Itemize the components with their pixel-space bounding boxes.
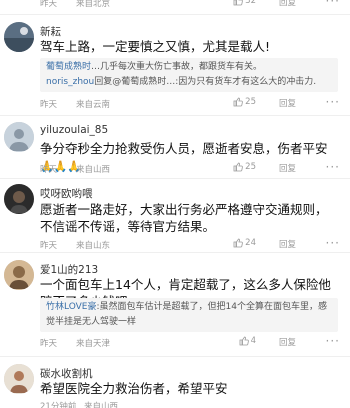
comment-location: 来自山东 <box>76 241 111 251</box>
comment-text: 驾车上路，一定要慎之又慎，尤其是载人! <box>40 39 271 54</box>
comment-meta: 昨天 来自天津 4 回复 ··· <box>40 334 340 350</box>
comment-item: 昨天 来自北京 32 回复 ··· <box>0 0 350 12</box>
like-button[interactable]: 25 <box>233 97 256 107</box>
comment-time: 21分钟前 <box>40 402 77 408</box>
reply-item: 葡萄成熟时…几乎每次重大伤亡事故，都跟货车有关。 <box>46 60 332 75</box>
comment-meta: 昨天 来自北京 32 回复 ··· <box>40 0 340 10</box>
comment-meta: 昨天 来自云南 25 回复 ··· <box>40 95 340 111</box>
username[interactable]: 新耘 <box>40 24 61 39</box>
comment-text: 希望医院全力救治伤者，希望平安 <box>40 381 228 396</box>
reply-item: noris_zhou回复@葡萄成熟时…:因为只有货车才有这么大的冲击力. <box>46 75 332 90</box>
avatar[interactable] <box>4 122 34 152</box>
more-dots-icon[interactable]: ··· <box>326 334 340 348</box>
comment-item: 碳水收割机 希望医院全力救治伤者，希望平安 21分钟前 来自山西 <box>0 360 350 408</box>
comment-item: yiluzoulai_85 争分夺秒全力抢救受伤人员，愿逝者安息，伤者平安🙏🙏🙏… <box>0 118 350 176</box>
divider <box>0 178 350 179</box>
avatar[interactable] <box>4 184 34 214</box>
reply-text: …几乎每次重大伤亡事故，都跟货车有关。 <box>91 62 263 72</box>
thumbs-up-icon <box>233 97 243 107</box>
comment-text: 愿逝者一路走好，大家出行务必严格遵守交通规则，不信谣不传谣，等待官方结果。 <box>40 202 328 234</box>
comment-item: 新耘 驾车上路，一定要慎之又慎，尤其是载人! 葡萄成熟时…几乎每次重大伤亡事故，… <box>0 18 350 110</box>
like-button[interactable]: 32 <box>233 0 256 6</box>
like-button[interactable]: 4 <box>239 336 256 346</box>
username[interactable]: 碳水收割机 <box>40 366 93 381</box>
reply-button[interactable]: 回复 <box>279 162 296 174</box>
divider <box>0 252 350 253</box>
comment-time: 昨天 <box>40 241 58 251</box>
like-count: 24 <box>245 238 256 248</box>
more-dots-icon[interactable]: ··· <box>326 95 340 109</box>
username[interactable]: yiluzoulai_85 <box>40 124 108 136</box>
comment-location: 来自天津 <box>76 339 111 349</box>
username[interactable]: 爱1山的213 <box>40 262 98 277</box>
like-count: 32 <box>245 0 256 6</box>
reply-button[interactable]: 回复 <box>279 238 296 250</box>
comment-time: 昨天 <box>40 100 58 110</box>
reply-thread[interactable]: 葡萄成熟时…几乎每次重大伤亡事故，都跟货车有关。 noris_zhou回复@葡萄… <box>40 58 338 92</box>
reply-thread[interactable]: 竹林LOVE豪:虽然面包车估计是超载了，但把14个全算在面包车里，感觉半挂是无人… <box>40 298 338 332</box>
comment-item: 哎呀欧哟喂 愿逝者一路走好，大家出行务必严格遵守交通规则，不信谣不传谣，等待官方… <box>0 180 350 252</box>
divider <box>0 14 350 15</box>
comment-location: 来自北京 <box>76 0 111 9</box>
like-button[interactable]: 24 <box>233 238 256 248</box>
like-count: 25 <box>245 97 256 107</box>
reply-nick[interactable]: noris_zhou <box>46 77 94 87</box>
thumbs-up-icon <box>239 336 249 346</box>
comment-meta: 21分钟前 来自山西 <box>40 399 340 408</box>
comment-time: 昨天 <box>40 339 58 349</box>
divider <box>0 356 350 357</box>
comment-time: 昨天 <box>40 0 58 9</box>
reply-nick[interactable]: 葡萄成熟时 <box>46 62 91 72</box>
avatar[interactable] <box>4 364 34 394</box>
more-dots-icon[interactable]: ··· <box>326 0 340 8</box>
comment-time: 昨天 <box>40 165 58 175</box>
avatar[interactable] <box>4 22 34 52</box>
divider <box>0 115 350 116</box>
more-dots-icon[interactable]: ··· <box>326 160 340 174</box>
reply-item: 竹林LOVE豪:虽然面包车估计是超载了，但把14个全算在面包车里，感觉半挂是无人… <box>46 300 332 330</box>
thumbs-up-icon <box>233 0 243 6</box>
thumbs-up-icon <box>233 162 243 172</box>
reply-button[interactable]: 回复 <box>279 0 296 8</box>
comment-text-content: 争分夺秒全力抢救受伤人员，愿逝者安息，伤者平安 <box>40 141 328 156</box>
comment-meta: 昨天 来自山西 25 回复 ··· <box>40 160 340 176</box>
username[interactable]: 哎呀欧哟喂 <box>40 186 93 201</box>
comment-location: 来自山西 <box>76 165 111 175</box>
comment-location: 来自山西 <box>84 402 119 408</box>
like-count: 4 <box>250 336 256 346</box>
comment-item: 爱1山的213 一个面包车上14个人，肯定超载了，这么多人保险他赔不了多少钱吧 … <box>0 256 350 352</box>
like-button[interactable]: 25 <box>233 162 256 172</box>
reply-nick[interactable]: 竹林LOVE豪 <box>46 302 96 312</box>
thumbs-up-icon <box>233 238 243 248</box>
avatar[interactable] <box>4 260 34 290</box>
reply-button[interactable]: 回复 <box>279 97 296 109</box>
comment-meta: 昨天 来自山东 24 回复 ··· <box>40 236 340 252</box>
like-count: 25 <box>245 162 256 172</box>
reply-text: 回复@葡萄成熟时…:因为只有货车才有这么大的冲击力. <box>94 77 317 87</box>
more-dots-icon[interactable]: ··· <box>326 236 340 250</box>
reply-button[interactable]: 回复 <box>279 336 296 348</box>
comment-location: 来自云南 <box>76 100 111 110</box>
